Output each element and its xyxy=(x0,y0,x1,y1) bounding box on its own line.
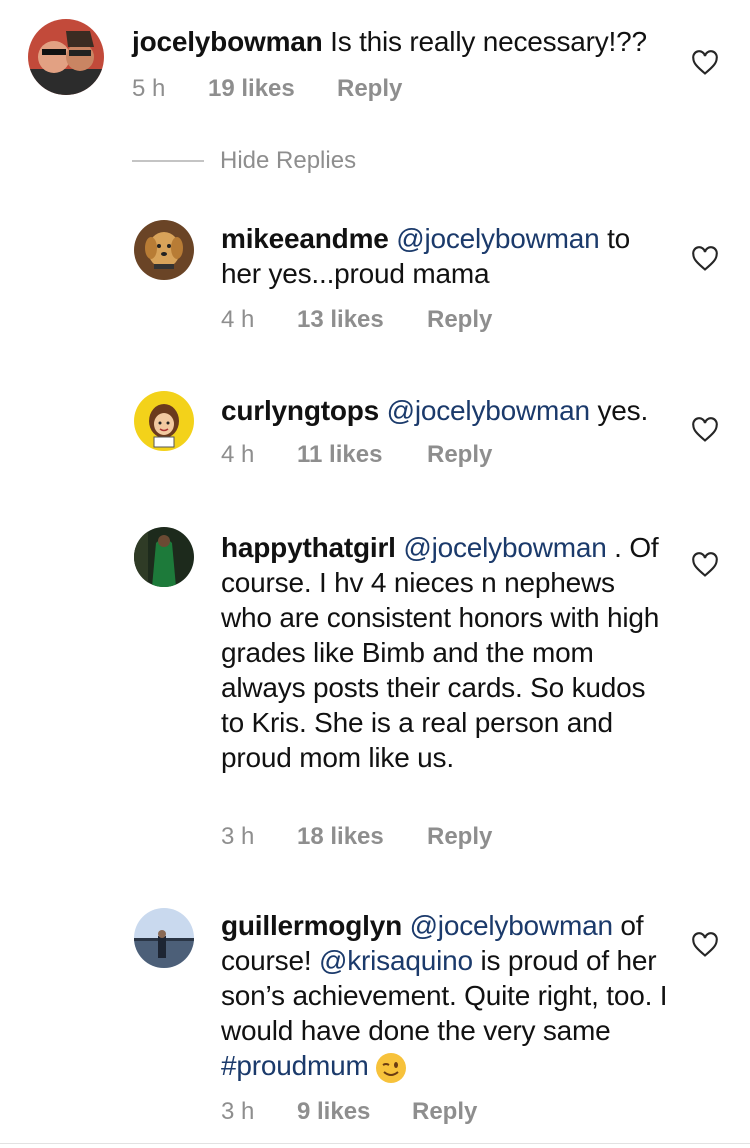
avatar[interactable] xyxy=(134,527,194,587)
likes-count[interactable]: 13 likes xyxy=(297,305,384,335)
divider xyxy=(0,1143,750,1144)
comment-meta: 4 h 13 likes Reply xyxy=(221,305,621,335)
comment-meta: 5 h 19 likes Reply xyxy=(132,74,532,104)
reply-button[interactable]: Reply xyxy=(427,305,492,335)
comment-meta: 3 h 18 likes Reply xyxy=(221,822,621,852)
reply-button[interactable]: Reply xyxy=(427,822,492,852)
heart-outline-icon[interactable] xyxy=(691,417,719,443)
avatar[interactable] xyxy=(134,220,194,280)
mention-link[interactable]: @jocelybowman xyxy=(396,223,599,254)
likes-count[interactable]: 18 likes xyxy=(297,822,384,852)
username[interactable]: happythatgirl xyxy=(221,532,396,563)
likes-count[interactable]: 11 likes xyxy=(297,440,382,470)
username[interactable]: guillermoglyn xyxy=(221,910,402,941)
mention-link[interactable]: @krisaquino xyxy=(319,945,473,976)
mention-link[interactable]: @jocelybowman xyxy=(387,395,590,426)
timestamp: 5 h xyxy=(132,75,166,102)
heart-outline-icon[interactable] xyxy=(691,932,719,958)
timestamp: 3 h xyxy=(221,1098,255,1125)
username[interactable]: jocelybowman xyxy=(132,26,323,57)
reply-button[interactable]: Reply xyxy=(412,1097,477,1127)
avatar[interactable] xyxy=(28,19,104,95)
likes-count[interactable]: 9 likes xyxy=(297,1097,370,1127)
mention-link[interactable]: @jocelybowman xyxy=(410,910,613,941)
timestamp: 3 h xyxy=(221,823,255,850)
reply-button[interactable]: Reply xyxy=(427,440,492,470)
heart-outline-icon[interactable] xyxy=(691,552,719,578)
winking-face-emoji xyxy=(375,1052,406,1083)
comment-text: Is this really necessary!?? xyxy=(322,26,647,57)
reply-button[interactable]: Reply xyxy=(337,74,402,104)
mention-link[interactable]: @jocelybowman xyxy=(403,532,606,563)
hide-replies-label[interactable]: Hide Replies xyxy=(220,146,356,176)
timestamp: 4 h xyxy=(221,441,255,468)
avatar[interactable] xyxy=(134,908,194,968)
username[interactable]: curlyngtops xyxy=(221,395,379,426)
heart-outline-icon[interactable] xyxy=(691,50,719,76)
username[interactable]: mikeeandme xyxy=(221,223,389,254)
comment-text: yes. xyxy=(589,395,649,426)
hashtag-link[interactable]: #proudmum xyxy=(221,1050,369,1081)
likes-count[interactable]: 19 likes xyxy=(208,74,295,104)
comment-text: . Of course. I hv 4 nieces n nephews who… xyxy=(221,532,660,773)
avatar[interactable] xyxy=(134,391,194,451)
heart-outline-icon[interactable] xyxy=(691,246,719,272)
timestamp: 4 h xyxy=(221,306,255,333)
comment-meta: 4 h 11 likes Reply xyxy=(221,440,621,470)
comment-meta: 3 h 9 likes Reply xyxy=(221,1097,621,1127)
divider xyxy=(132,160,204,162)
